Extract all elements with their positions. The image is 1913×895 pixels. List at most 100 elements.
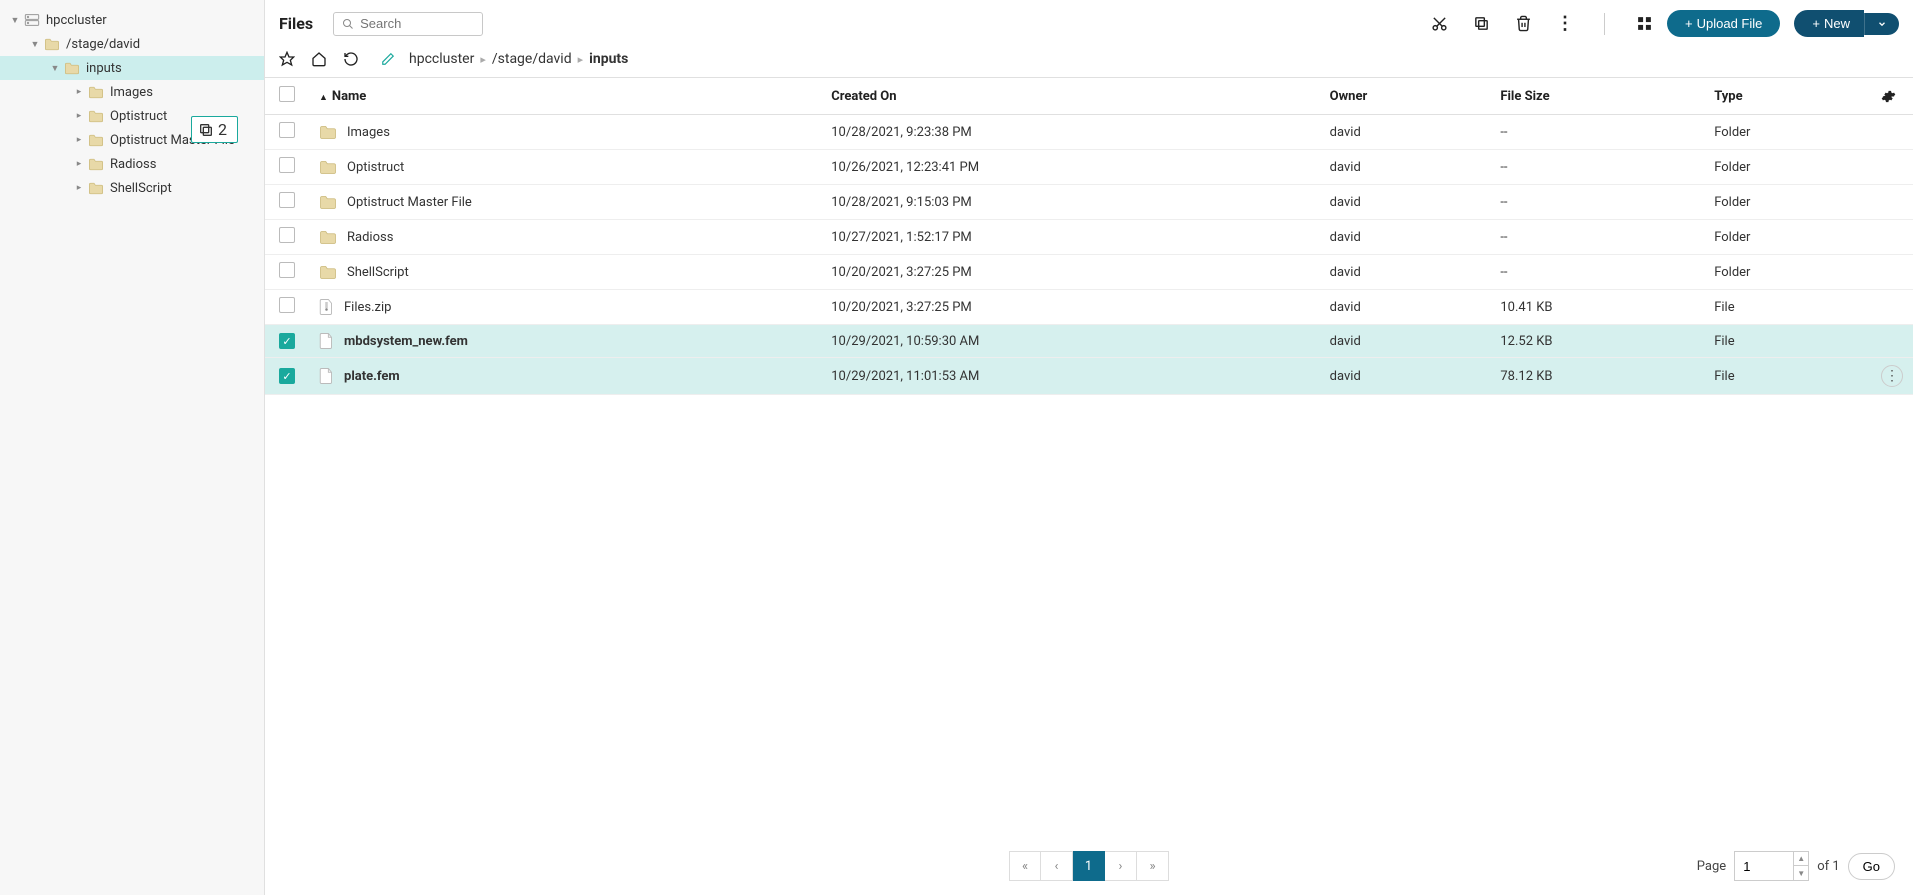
breadcrumb-segment[interactable]: /stage/david [492, 51, 572, 67]
table-wrap: ▲Name Created On Owner File Size Type Im… [265, 77, 1913, 837]
row-created: 10/29/2021, 11:01:53 AM [821, 358, 1319, 395]
edit-icon[interactable] [381, 52, 395, 66]
row-name: mbdsystem_new.fem [344, 334, 468, 349]
row-owner: david [1320, 185, 1491, 220]
row-created: 10/28/2021, 9:15:03 PM [821, 185, 1319, 220]
folder-icon [319, 125, 337, 140]
col-size[interactable]: File Size [1490, 78, 1704, 115]
page-button[interactable]: « [1009, 851, 1041, 881]
table-row[interactable]: Optistruct Master File10/28/2021, 9:15:0… [265, 185, 1913, 220]
page-button[interactable]: » [1137, 851, 1169, 881]
row-more-icon[interactable]: ⋮ [1881, 365, 1903, 387]
chevron-right-icon[interactable]: ▸ [72, 109, 86, 123]
tree-item[interactable]: ▸ShellScript [0, 176, 264, 200]
row-checkbox[interactable] [279, 192, 295, 208]
row-owner: david [1320, 358, 1491, 395]
row-checkbox[interactable] [279, 122, 295, 138]
row-size: -- [1490, 115, 1704, 150]
table-row[interactable]: ✓plate.fem10/29/2021, 11:01:53 AMdavid78… [265, 358, 1913, 395]
plus-icon: + [1685, 16, 1693, 31]
col-name[interactable]: ▲Name [309, 78, 821, 115]
folder-icon [319, 230, 337, 245]
page-controls: Page ▲ ▼ of 1 Go [1697, 851, 1895, 881]
grid-view-icon[interactable] [1635, 15, 1653, 33]
row-checkbox[interactable] [279, 227, 295, 243]
table-row[interactable]: Images10/28/2021, 9:23:38 PMdavid--Folde… [265, 115, 1913, 150]
row-checkbox[interactable] [279, 262, 295, 278]
chevron-right-icon[interactable]: ▸ [72, 181, 86, 195]
row-owner: david [1320, 325, 1491, 358]
star-icon[interactable] [279, 51, 295, 67]
refresh-icon[interactable] [343, 51, 359, 67]
page-button[interactable]: › [1105, 851, 1137, 881]
row-type: File [1704, 290, 1871, 325]
new-button[interactable]: +New [1794, 10, 1864, 37]
search-box[interactable] [333, 12, 483, 36]
file-table: ▲Name Created On Owner File Size Type Im… [265, 77, 1913, 395]
row-owner: david [1320, 255, 1491, 290]
col-owner[interactable]: Owner [1320, 78, 1491, 115]
col-type[interactable]: Type [1704, 78, 1871, 115]
table-row[interactable]: Files.zip10/20/2021, 3:27:25 PMdavid10.4… [265, 290, 1913, 325]
page-button[interactable]: 1 [1073, 851, 1105, 881]
col-settings[interactable] [1871, 78, 1913, 115]
row-created: 10/20/2021, 3:27:25 PM [821, 290, 1319, 325]
crumbbar: hpccluster▸/stage/david▸inputs [265, 37, 1913, 77]
copy-icon [198, 122, 214, 138]
row-type: Folder [1704, 185, 1871, 220]
page-button[interactable]: ‹ [1041, 851, 1073, 881]
row-name: Radioss [347, 230, 393, 245]
row-size: -- [1490, 185, 1704, 220]
spin-down[interactable]: ▼ [1794, 866, 1808, 880]
row-checkbox[interactable] [279, 297, 295, 313]
breadcrumb: hpccluster▸/stage/david▸inputs [409, 51, 628, 67]
go-button[interactable]: Go [1848, 853, 1895, 880]
row-created: 10/28/2021, 9:23:38 PM [821, 115, 1319, 150]
col-created[interactable]: Created On [821, 78, 1319, 115]
breadcrumb-segment[interactable]: hpccluster [409, 51, 474, 67]
row-checkbox[interactable]: ✓ [279, 368, 295, 384]
copy-icon[interactable] [1472, 15, 1490, 33]
file-icon [319, 332, 334, 350]
page-label: Page [1697, 859, 1726, 874]
spin-up[interactable]: ▲ [1794, 852, 1808, 866]
chevron-right-icon: ▸ [480, 53, 486, 66]
chevron-down-icon[interactable]: ▼ [28, 37, 42, 51]
chevron-right-icon[interactable]: ▸ [72, 157, 86, 171]
row-checkbox[interactable]: ✓ [279, 333, 295, 349]
breadcrumb-segment: inputs [589, 51, 628, 67]
table-row[interactable]: ShellScript10/20/2021, 3:27:25 PMdavid--… [265, 255, 1913, 290]
chevron-right-icon[interactable]: ▸ [72, 85, 86, 99]
page-input[interactable] [1734, 851, 1794, 881]
row-type: Folder [1704, 150, 1871, 185]
tree-item[interactable]: ▸Radioss [0, 152, 264, 176]
tree-item[interactable]: ▼inputs [0, 56, 264, 80]
sidebar: ▼hpccluster▼/stage/david▼inputs▸Images▸O… [0, 0, 265, 895]
new-dropdown-button[interactable] [1864, 13, 1899, 35]
select-all-checkbox[interactable] [279, 86, 295, 102]
tree-item[interactable]: ▸Images [0, 80, 264, 104]
row-name: Images [347, 125, 390, 140]
row-owner: david [1320, 115, 1491, 150]
file-icon [319, 298, 334, 316]
table-row[interactable]: ✓mbdsystem_new.fem10/29/2021, 10:59:30 A… [265, 325, 1913, 358]
home-icon[interactable] [311, 51, 327, 67]
tree-root-item[interactable]: ▼hpccluster [0, 8, 264, 32]
tree-item[interactable]: ▼/stage/david [0, 32, 264, 56]
cut-icon[interactable] [1430, 15, 1448, 33]
chevron-down-icon[interactable]: ▼ [48, 61, 62, 75]
chevron-right-icon[interactable]: ▸ [72, 133, 86, 147]
folder-icon [319, 195, 337, 210]
more-icon[interactable]: ⋮ [1556, 15, 1574, 33]
row-owner: david [1320, 290, 1491, 325]
search-input[interactable] [360, 16, 474, 31]
chevron-down-icon[interactable]: ▼ [8, 13, 22, 27]
delete-icon[interactable] [1514, 15, 1532, 33]
upload-file-button[interactable]: +Upload File [1667, 10, 1780, 37]
page-spinner: ▲ ▼ [1794, 851, 1809, 881]
table-row[interactable]: Optistruct10/26/2021, 12:23:41 PMdavid--… [265, 150, 1913, 185]
row-size: 78.12 KB [1490, 358, 1704, 395]
row-checkbox[interactable] [279, 157, 295, 173]
action-icons: ⋮ [1430, 13, 1653, 35]
table-row[interactable]: Radioss10/27/2021, 1:52:17 PMdavid--Fold… [265, 220, 1913, 255]
